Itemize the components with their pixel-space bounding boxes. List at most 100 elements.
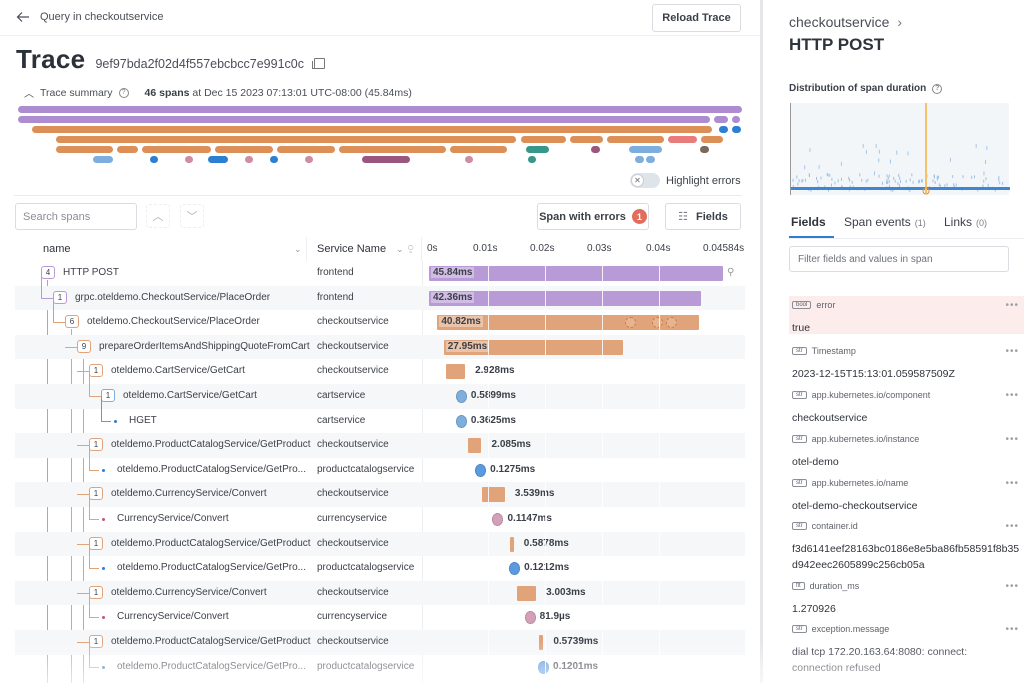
highlight-errors-toggle[interactable]: ✕ <box>630 173 660 188</box>
table-row[interactable]: CurrencyService/Convert currencyservice 81… <box>15 593 745 630</box>
tab-span-events[interactable]: Span events (1) <box>844 215 926 229</box>
minimap-span-bar[interactable] <box>117 146 138 153</box>
span-name[interactable]: oteldemo.ProductCatalogService/GetPro... <box>117 464 306 475</box>
table-row[interactable]: oteldemo.ProductCatalogService/GetPro...… <box>15 544 745 581</box>
pin-icon[interactable]: ⍜ <box>408 243 413 254</box>
minimap-span-bar[interactable] <box>339 146 446 153</box>
span-name[interactable]: oteldemo.ProductCatalogService/GetPro... <box>117 661 306 672</box>
child-count-badge[interactable]: 1 <box>89 635 103 648</box>
span-name[interactable]: oteldemo.ProductCatalogService/GetProduc… <box>111 636 311 647</box>
field-row[interactable]: str exception.message dial tcp 172.20.163.… <box>789 620 1024 682</box>
minimap-span-bar[interactable] <box>32 126 712 133</box>
minimap-span-bar[interactable] <box>526 146 549 153</box>
minimap-span-bar[interactable] <box>245 156 253 163</box>
more-options-icon[interactable]: ••• <box>1005 300 1019 311</box>
chevron-down-icon[interactable]: ⌄ <box>294 244 302 255</box>
table-row[interactable]: 9 prepareOrderItemsAndShippingQuoteFromCa… <box>15 334 745 360</box>
field-row[interactable]: flt duration_ms 1.270926 ••• <box>789 577 1024 619</box>
span-duration-marker[interactable] <box>492 513 504 526</box>
minimap-span-bar[interactable] <box>150 156 158 163</box>
span-duration-marker[interactable] <box>455 390 467 403</box>
minimap-span-bar[interactable] <box>570 136 603 143</box>
more-options-icon[interactable]: ••• <box>1005 581 1019 592</box>
minimap-span-bar[interactable] <box>18 106 742 113</box>
minimap-span-bar[interactable] <box>215 146 273 153</box>
minimap-span-bar[interactable] <box>305 156 313 163</box>
field-row[interactable]: str app.kubernetes.io/component checkoutse… <box>789 386 1024 428</box>
span-name[interactable]: oteldemo.CheckoutService/PlaceOrder <box>87 316 260 327</box>
span-duration-distribution-chart[interactable] <box>790 103 1010 195</box>
child-count-badge[interactable]: 1 <box>89 438 103 452</box>
minimap-span-bar[interactable] <box>607 136 664 143</box>
minimap-span-bar[interactable] <box>732 116 740 123</box>
column-resize-handle[interactable] <box>306 237 307 261</box>
trace-minimap[interactable] <box>14 104 744 164</box>
span-with-errors-button[interactable]: Span with errors 1 <box>537 203 649 230</box>
chevron-up-icon[interactable]: ︿ <box>24 85 34 100</box>
column-resize-handle[interactable] <box>421 237 422 261</box>
span-name[interactable]: oteldemo.CurrencyService/Convert <box>111 488 267 499</box>
minimap-span-bar[interactable] <box>450 146 507 153</box>
minimap-span-bar[interactable] <box>277 146 335 153</box>
minimap-span-bar[interactable] <box>591 146 600 153</box>
span-name[interactable]: CurrencyService/Convert <box>117 611 229 622</box>
table-row[interactable]: 1 grpc.oteldemo.CheckoutService/PlaceOrde… <box>15 273 745 311</box>
service-breadcrumb[interactable]: checkoutservice › <box>789 14 902 30</box>
minimap-span-bar[interactable] <box>635 156 644 163</box>
span-duration-bar[interactable] <box>516 585 537 601</box>
copy-icon[interactable] <box>311 58 325 69</box>
span-name[interactable]: oteldemo.CartService/GetCart <box>111 365 245 376</box>
attachment-icon[interactable]: ⚲ <box>727 267 734 278</box>
more-options-icon[interactable]: ••• <box>1005 624 1019 635</box>
minimap-span-bar[interactable] <box>185 156 193 163</box>
span-duration-marker[interactable] <box>455 414 467 428</box>
field-row[interactable]: str app.kubernetes.io/name otel-demo-check… <box>789 474 1024 516</box>
span-name[interactable]: HTTP POST <box>63 267 119 278</box>
table-row[interactable]: oteldemo.ProductCatalogService/GetPro...… <box>15 445 745 483</box>
table-row[interactable]: 4 HTTP POST frontend 45.84ms ⚲ <box>15 261 745 286</box>
span-name[interactable]: grpc.oteldemo.CheckoutService/PlaceOrder <box>75 292 270 303</box>
search-spans-input[interactable] <box>15 203 137 230</box>
span-duration-marker[interactable] <box>524 611 536 625</box>
help-icon[interactable]: ? <box>932 83 943 94</box>
span-duration-marker[interactable] <box>509 562 521 576</box>
field-row[interactable]: str container.id f3d6141eef28163bc0186e8e5… <box>789 517 1024 575</box>
minimap-span-bar[interactable] <box>719 126 728 133</box>
more-options-icon[interactable]: ••• <box>1005 521 1019 532</box>
span-name[interactable]: oteldemo.ProductCatalogService/GetPro... <box>117 562 306 573</box>
table-row[interactable]: 1 oteldemo.CartService/GetCart cartservice… <box>15 372 745 409</box>
field-row[interactable]: str Timestamp 2023-12-15T15:13:01.05958750… <box>789 342 1024 384</box>
minimap-span-bar[interactable] <box>208 156 228 163</box>
previous-match-button[interactable]: ︿ <box>146 204 170 228</box>
next-match-button[interactable]: ﹀ <box>180 204 204 228</box>
filter-fields-input[interactable] <box>789 246 1009 272</box>
child-count-badge[interactable]: 1 <box>101 389 115 402</box>
span-name[interactable]: HGET <box>129 415 157 426</box>
minimap-span-bar[interactable] <box>714 116 728 123</box>
field-row[interactable]: str app.kubernetes.io/instance otel-demo ••… <box>789 430 1024 472</box>
child-count-badge[interactable]: 1 <box>89 364 103 378</box>
table-row[interactable]: CurrencyService/Convert currencyservice 0.… <box>15 495 745 532</box>
child-count-badge[interactable]: 1 <box>53 290 67 304</box>
table-row[interactable]: 1 oteldemo.ProductCatalogService/GetProdu… <box>15 630 745 655</box>
minimap-span-bar[interactable] <box>93 156 113 163</box>
name-column-header[interactable]: name <box>43 243 71 255</box>
child-count-badge[interactable]: 4 <box>41 266 55 279</box>
minimap-span-bar[interactable] <box>521 136 566 143</box>
more-options-icon[interactable]: ••• <box>1005 434 1019 445</box>
span-duration-marker[interactable] <box>538 660 550 674</box>
span-name[interactable]: CurrencyService/Convert <box>117 513 229 524</box>
span-name[interactable]: oteldemo.CurrencyService/Convert <box>111 587 267 598</box>
minimap-span-bar[interactable] <box>701 136 723 143</box>
minimap-span-bar[interactable] <box>700 146 709 153</box>
minimap-span-bar[interactable] <box>56 146 113 153</box>
table-row[interactable]: oteldemo.ProductCatalogService/GetPro...… <box>15 642 745 680</box>
minimap-span-bar[interactable] <box>56 136 516 143</box>
span-name[interactable]: oteldemo.CartService/GetCart <box>123 390 257 401</box>
more-options-icon[interactable]: ••• <box>1005 478 1019 489</box>
more-options-icon[interactable]: ••• <box>1005 346 1019 357</box>
table-row[interactable]: 6 oteldemo.CheckoutService/PlaceOrder chec… <box>15 298 745 335</box>
span-duration-bar[interactable] <box>539 635 544 650</box>
trace-summary-toggle[interactable]: Trace summary <box>40 87 113 99</box>
chevron-down-icon[interactable]: ⌄ <box>396 244 404 255</box>
